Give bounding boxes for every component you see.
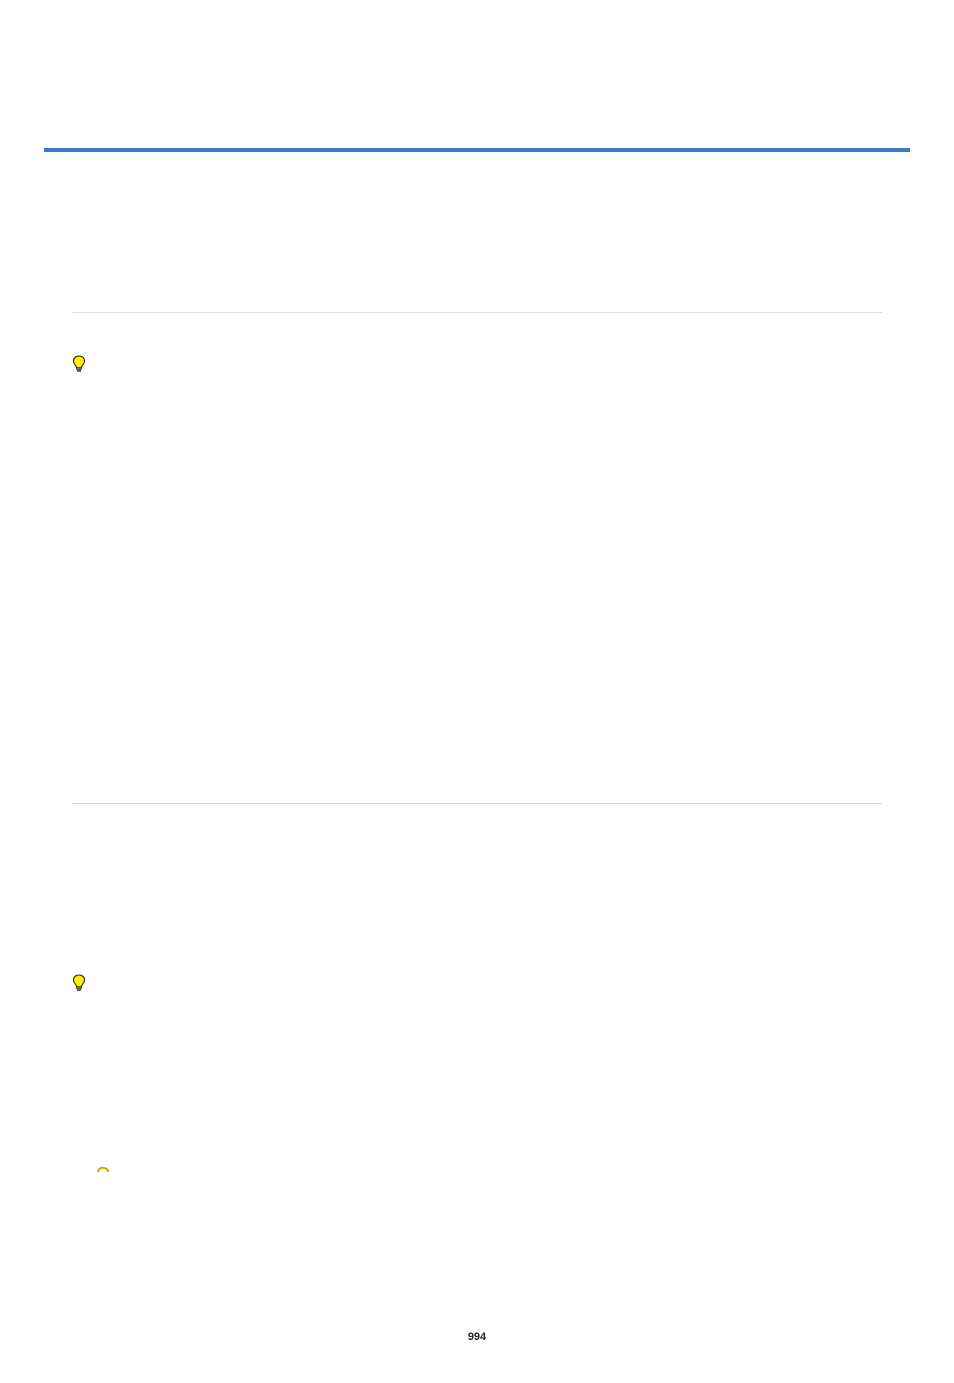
- section-divider: [72, 312, 882, 313]
- lightbulb-icon: [72, 974, 86, 992]
- page-number: 994: [0, 1331, 954, 1343]
- note-callout-partial: [72, 1162, 882, 1172]
- section-block: [44, 804, 910, 1172]
- lightbulb-icon: [72, 355, 86, 373]
- spacer: [44, 152, 910, 312]
- section-block: [44, 355, 910, 373]
- note-ring-icon: [96, 1162, 110, 1172]
- spacer: [72, 804, 882, 944]
- tip-callout: [72, 355, 882, 373]
- tip-callout: [72, 974, 882, 992]
- spacer: [44, 373, 910, 803]
- document-page: 994: [0, 148, 954, 1383]
